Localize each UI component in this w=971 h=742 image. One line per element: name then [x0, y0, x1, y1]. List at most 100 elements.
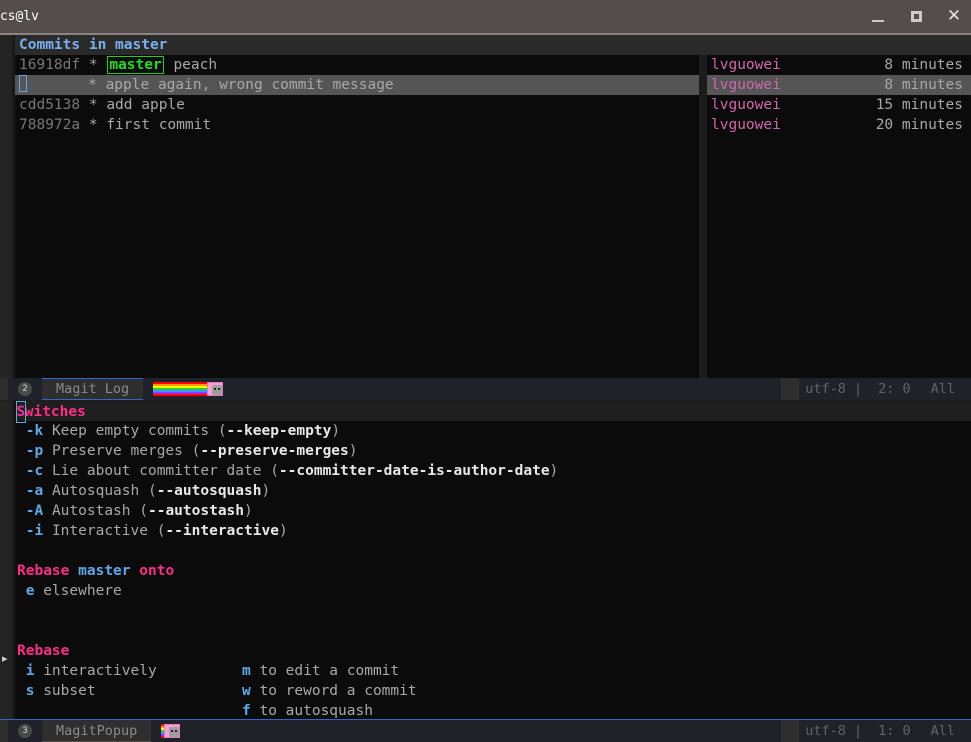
switch-arg: --autostash [147, 503, 245, 519]
commit-graph-marker: * [80, 97, 107, 113]
commit-author: lvguowei [711, 57, 781, 73]
commit-left-cell: * apple again, wrong commit message [15, 75, 699, 95]
modeline-scroll-percent: All [930, 722, 955, 739]
pane-divider-lower [699, 135, 707, 378]
paren-close: ) [278, 523, 288, 539]
rebase-item-autosquash[interactable]: f to autosquash [242, 701, 971, 721]
popup-content: Switches -k Keep empty commits (--keep-e… [15, 401, 971, 719]
rebase-row-3: f to autosquash [17, 701, 971, 721]
modeline-magit-popup[interactable]: 3 MagitPopup utf-8 | 1: 0 All [0, 719, 971, 742]
switch-arg: --interactive [165, 523, 279, 539]
commit-hash: 788972a [19, 117, 81, 133]
paren-open: ( [147, 483, 157, 499]
commit-left-cell: 788972a * first commit [15, 115, 699, 135]
commit-hash: 16918df [19, 57, 81, 73]
switch-label: Preserve merges [51, 443, 183, 459]
switch-arg: --preserve-merges [200, 443, 349, 459]
commit-list[interactable]: 16918df * master peach lvguowei 8 minutes… [15, 55, 971, 378]
switch-label: Autosquash [51, 483, 140, 499]
modeline-magit-log[interactable]: 2 Magit Log utf-8 | 2: 0 All [0, 378, 971, 400]
action-label: to edit a commit [259, 663, 400, 679]
modeline-position: 2: 0 [878, 381, 911, 397]
magit-popup-window: ▸ Switches -k Keep empty commits (--keep… [0, 401, 971, 719]
magit-log-window: Commits in master 16918df * master peach… [0, 35, 971, 378]
close-icon: ✕ [946, 6, 962, 26]
action-label: to reword a commit [259, 683, 417, 699]
paren-close: ) [549, 463, 559, 479]
rebase-item-reword-commit[interactable]: w to reword a commit [242, 681, 971, 701]
nyan-cat-indicator[interactable] [151, 719, 191, 742]
commit-right-cell: lvguowei 20 minutes [707, 115, 971, 135]
paren-close: ) [261, 483, 271, 499]
modeline-coding-system[interactable]: utf-8 | [799, 723, 868, 739]
commit-right-cell: lvguowei 15 minutes [707, 95, 971, 115]
switch-item-autostash[interactable]: -A Autostash (--autostash) [17, 501, 971, 521]
rebase-onto-item-elsewhere[interactable]: e elsewhere [17, 581, 971, 601]
action-key: w [242, 683, 251, 699]
switch-label: Interactive [51, 523, 148, 539]
right-pane-empty [707, 135, 971, 378]
pane-divider [699, 75, 707, 95]
paren-open: ( [270, 463, 279, 479]
switch-arg: --keep-empty [226, 423, 332, 439]
action-key: f [242, 703, 251, 719]
commit-right-cell: lvguowei 8 minutes [707, 75, 971, 95]
modeline-badge-segment: 3 [8, 719, 42, 742]
rainbow-trail [153, 382, 209, 396]
rebase-item-interactively[interactable]: i interactively [17, 661, 242, 681]
commit-graph-marker: * [80, 117, 107, 133]
commit-left-cell: cdd5138 * add apple [15, 95, 699, 115]
commit-message-text: peach [173, 57, 218, 73]
maximize-button[interactable] [905, 6, 927, 28]
rebase-item-edit-commit[interactable]: m to edit a commit [242, 661, 971, 681]
table-row[interactable]: cdd5138 * add apple lvguowei 15 minutes [15, 95, 971, 115]
commit-right-cell: lvguowei 8 minutes [707, 55, 971, 75]
switch-arg: --autosquash [156, 483, 262, 499]
modeline-left-cap [0, 719, 8, 742]
commit-author: lvguowei [711, 97, 781, 113]
pane-divider [699, 55, 707, 75]
modeline-buffer-name[interactable]: Magit Log [42, 381, 143, 397]
modeline-status-right: utf-8 | 1: 0 All [799, 719, 971, 742]
text-cursor [19, 75, 27, 92]
switch-item-autosquash[interactable]: -a Autosquash (--autosquash) [17, 481, 971, 501]
action-label: elsewhere [43, 583, 122, 599]
switch-item-committer-date[interactable]: -c Lie about committer date (--committer… [17, 461, 971, 481]
rebase-onto-prefix: Rebase [17, 563, 70, 579]
commit-hash: cdd5138 [19, 97, 81, 113]
table-row[interactable]: 16918df * master peach lvguowei 8 minutes [15, 55, 971, 75]
table-row[interactable]: * apple again, wrong commit message lvgu… [15, 75, 971, 95]
switch-label: Keep empty commits [51, 423, 210, 439]
modified-state-badge: 2 [18, 382, 32, 396]
rebase-row-1: i interactively m to edit a commit [17, 661, 971, 681]
paren-close: ) [244, 503, 253, 519]
modeline-left-cap [0, 378, 8, 400]
rebase-section-header: Rebase [17, 643, 70, 659]
switch-item-keep-empty[interactable]: -k Keep empty commits (--keep-empty) [17, 421, 971, 441]
action-label: to autosquash [259, 703, 373, 719]
close-button[interactable]: ✕ [943, 6, 965, 28]
switch-item-preserve-merges[interactable]: -p Preserve merges (--preserve-merges) [17, 441, 971, 461]
switches-title-rest: witches [24, 404, 86, 420]
switch-key: -i [25, 523, 44, 539]
modeline-filler [233, 378, 782, 400]
modeline-coding-system[interactable]: utf-8 | [799, 381, 868, 397]
rebase-item-subset[interactable]: s subset [17, 681, 242, 701]
branch-ref-badge[interactable]: master [107, 56, 164, 74]
maximize-icon [910, 11, 922, 22]
commit-graph-marker: * [27, 77, 106, 93]
nyan-cat-icon [161, 722, 181, 740]
nyan-cat-indicator[interactable] [143, 378, 234, 400]
switches-section-header: Switches [15, 401, 971, 423]
switch-item-interactive[interactable]: -i Interactive (--interactive) [17, 521, 971, 541]
commit-graph-marker: * [80, 57, 107, 73]
modeline-buffer-name[interactable]: MagitPopup [42, 723, 151, 739]
minimize-button[interactable] [867, 6, 889, 28]
table-row[interactable]: 788972a * first commit lvguowei 20 minute… [15, 115, 971, 135]
modified-state-badge: 3 [18, 723, 32, 738]
nyan-cat-body [207, 382, 224, 396]
switch-key: -k [25, 423, 44, 439]
action-key: s [25, 683, 35, 699]
commit-age: 8 minutes [884, 77, 963, 93]
